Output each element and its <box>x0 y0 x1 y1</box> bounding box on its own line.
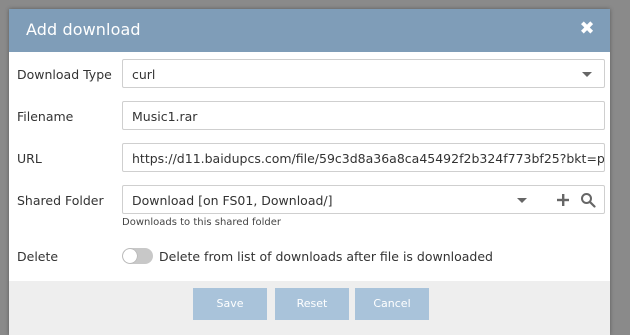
shared-folder-label: Shared Folder <box>17 193 104 208</box>
filename-input[interactable]: Music1.rar <box>122 101 605 130</box>
download-type-label: Download Type <box>17 67 112 82</box>
reset-button[interactable]: Reset <box>275 288 349 320</box>
filename-label: Filename <box>17 109 74 124</box>
add-download-dialog: Add download ✖ Download Type curl Filena… <box>9 9 610 335</box>
filename-value: Music1.rar <box>132 109 198 124</box>
save-button[interactable]: Save <box>193 288 267 320</box>
toggle-knob <box>123 249 137 263</box>
chevron-down-icon <box>582 72 592 77</box>
download-type-select[interactable]: curl <box>122 59 605 88</box>
plus-icon[interactable] <box>555 192 571 208</box>
url-label: URL <box>17 151 42 166</box>
cancel-button[interactable]: Cancel <box>355 288 429 320</box>
close-icon[interactable]: ✖ <box>578 19 596 39</box>
shared-folder-select[interactable]: Download [on FS01, Download/] <box>122 185 605 214</box>
shared-folder-hint: Downloads to this shared folder <box>122 217 282 228</box>
dialog-titlebar: Add download ✖ <box>9 9 610 52</box>
chevron-down-icon[interactable] <box>517 198 527 203</box>
delete-label: Delete <box>17 249 59 264</box>
dialog-footer: Save Reset Cancel <box>9 281 610 335</box>
shared-folder-value: Download [on FS01, Download/] <box>132 193 333 208</box>
delete-toggle[interactable] <box>122 248 153 264</box>
url-value: https://d11.baidupcs.com/file/59c3d8a36a… <box>132 151 605 166</box>
url-input[interactable]: https://d11.baidupcs.com/file/59c3d8a36a… <box>122 143 605 172</box>
delete-toggle-label: Delete from list of downloads after file… <box>159 249 493 264</box>
dialog-title: Add download <box>26 20 141 39</box>
download-type-value: curl <box>132 67 156 82</box>
search-icon[interactable] <box>580 192 596 208</box>
